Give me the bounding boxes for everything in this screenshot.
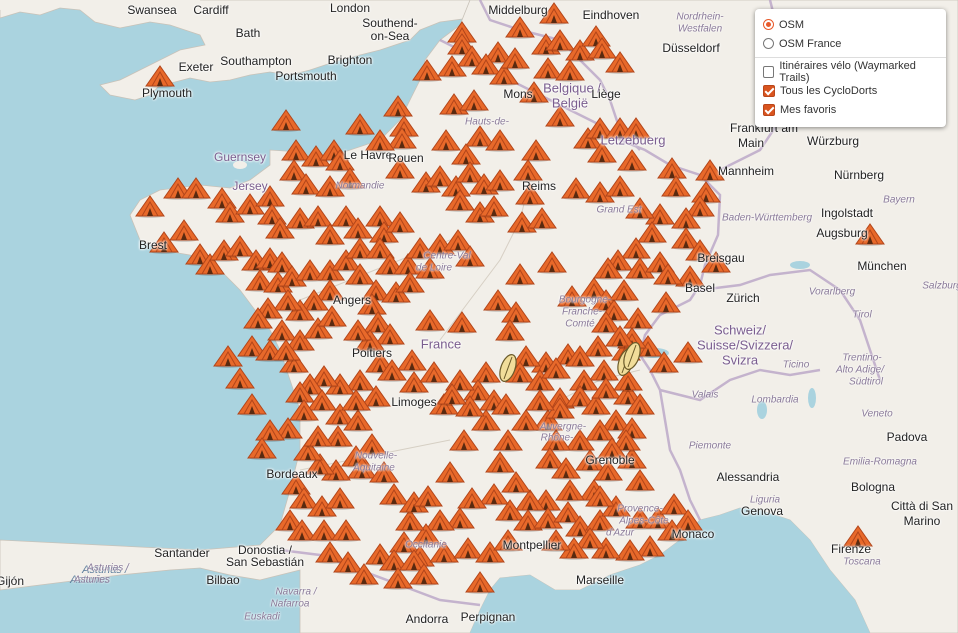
layer-label: OSM France: [779, 37, 842, 50]
layer-label: Itinéraires vélo (Waymarked Trails): [779, 59, 916, 84]
checkbox[interactable]: [763, 84, 775, 97]
radio-button[interactable]: [763, 38, 774, 49]
lake-constance: [790, 261, 810, 269]
lake-maggiore: [757, 401, 767, 419]
checkbox[interactable]: [763, 103, 775, 116]
jersey-island: [246, 182, 264, 192]
layer-label: OSM: [779, 18, 805, 31]
lake-garda: [808, 388, 816, 408]
radio-button[interactable]: [763, 19, 774, 30]
separator: [755, 57, 946, 58]
overlay-mes-favoris[interactable]: Mes favoris: [763, 100, 938, 119]
base-layer-osm[interactable]: OSM: [763, 15, 938, 34]
overlay-tous-cyclodorts[interactable]: Tous les CycloDorts: [763, 81, 938, 100]
guernsey-island: [233, 161, 247, 169]
base-layer-osm-france[interactable]: OSM France: [763, 34, 938, 53]
layer-label: Tous les CycloDorts: [780, 84, 878, 97]
overlay-itineraires-velo[interactable]: Itinéraires vélo (Waymarked Trails): [763, 59, 938, 84]
layer-label: Mes favoris: [780, 103, 837, 116]
layer-switcher: OSM OSM France Itinéraires vélo (Waymark…: [755, 9, 946, 127]
checkbox[interactable]: [763, 65, 775, 78]
